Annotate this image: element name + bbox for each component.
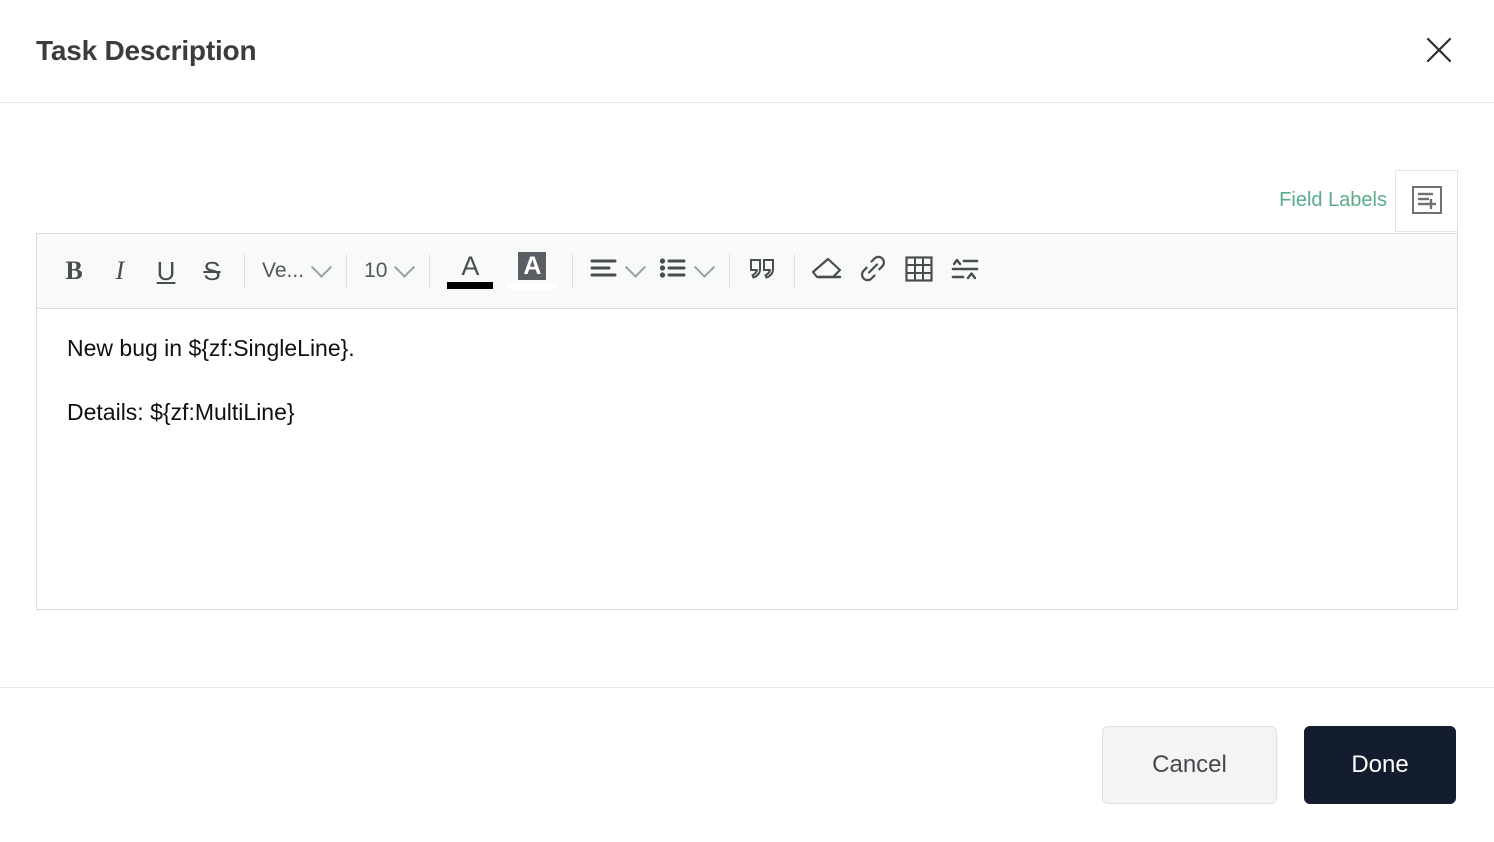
clear-formatting-button[interactable]: [804, 248, 850, 294]
toolbar-divider: [794, 254, 796, 288]
font-family-dropdown[interactable]: Ve...: [254, 248, 337, 294]
field-labels-link[interactable]: Field Labels: [1279, 190, 1387, 212]
insert-field-label-button[interactable]: [1395, 170, 1458, 232]
toolbar-divider: [346, 254, 348, 288]
background-color-button[interactable]: A: [501, 246, 563, 296]
toolbar-divider: [429, 254, 431, 288]
align-left-icon: [590, 257, 618, 286]
line-spacing-button[interactable]: [942, 248, 988, 294]
chevron-down-icon: [694, 256, 716, 278]
chevron-down-icon: [625, 256, 647, 278]
insert-link-button[interactable]: [850, 248, 896, 294]
chevron-down-icon: [394, 256, 416, 278]
rich-text-editor: B I U S Ve... 10 A A New bug in ${zf:Sin…: [36, 233, 1458, 610]
font-family-value: Ve...: [262, 259, 305, 282]
background-color-glyph: A: [518, 252, 547, 280]
modal-header: Task Description: [0, 0, 1494, 103]
font-size-dropdown[interactable]: 10: [356, 248, 420, 294]
blockquote-icon: [747, 256, 777, 287]
modal-body: Field Labels B I U S Ve... 10 A A New bu…: [0, 103, 1494, 687]
text-color-swatch: [447, 282, 494, 289]
line-spacing-icon: [950, 256, 980, 287]
insert-link-icon: [858, 255, 888, 288]
editor-toolbar: B I U S Ve... 10 A A: [37, 234, 1457, 309]
insert-table-icon: [905, 255, 933, 287]
insert-table-button[interactable]: [896, 248, 942, 294]
editor-paragraph: Details: ${zf:MultiLine}: [67, 398, 295, 425]
background-color-swatch: [509, 283, 556, 290]
task-description-modal: Task Description Field Labels B I U S Ve…: [0, 0, 1494, 842]
toolbar-divider: [729, 254, 731, 288]
blockquote-button[interactable]: [739, 248, 785, 294]
clear-formatting-icon: [811, 256, 843, 287]
page-title: Task Description: [36, 35, 257, 66]
field-labels-row: Field Labels: [36, 169, 1458, 233]
done-button[interactable]: Done: [1304, 726, 1456, 804]
close-icon: [1424, 35, 1454, 68]
italic-button[interactable]: I: [97, 248, 143, 294]
font-size-value: 10: [364, 259, 388, 282]
chevron-down-icon: [310, 256, 333, 278]
text-color-button[interactable]: A: [439, 246, 501, 296]
cancel-button[interactable]: Cancel: [1102, 726, 1277, 804]
bullet-list-icon: [659, 257, 687, 286]
editor-paragraph: New bug in ${zf:SingleLine}.: [67, 335, 355, 361]
list-dropdown[interactable]: [651, 248, 720, 294]
strikethrough-button[interactable]: S: [189, 248, 235, 294]
modal-footer: Cancel Done: [0, 687, 1494, 842]
underline-button[interactable]: U: [143, 248, 189, 294]
toolbar-divider: [572, 254, 574, 288]
insert-field-label-icon: [1411, 185, 1442, 217]
text-align-dropdown[interactable]: [582, 248, 651, 294]
close-button[interactable]: [1418, 30, 1460, 72]
text-color-glyph: A: [461, 251, 480, 281]
toolbar-divider: [244, 254, 245, 288]
editor-content-area[interactable]: New bug in ${zf:SingleLine}. Details: ${…: [37, 309, 1457, 609]
bold-button[interactable]: B: [51, 248, 97, 294]
